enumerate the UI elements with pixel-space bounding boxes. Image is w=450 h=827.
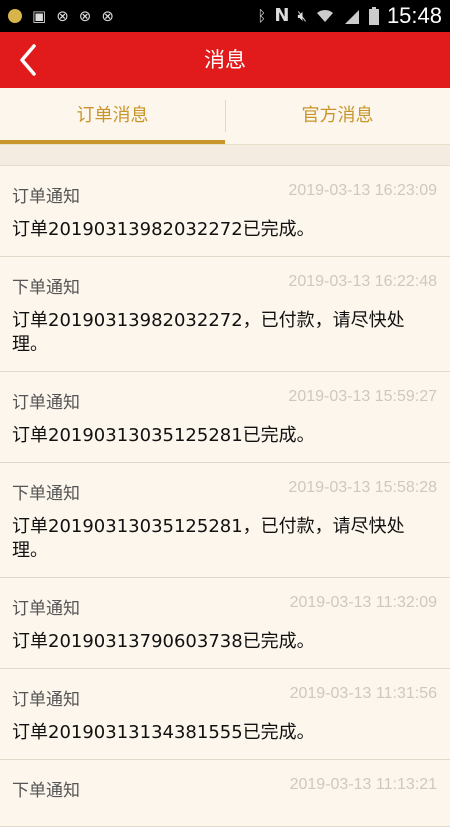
message-time: 2019-03-13 16:22:48 bbox=[288, 273, 437, 290]
message-item[interactable]: 下单通知 2019-03-13 16:22:48 订单2019031398203… bbox=[0, 257, 450, 372]
message-time: 2019-03-13 11:31:56 bbox=[289, 685, 437, 702]
sync-icon: ⊗ bbox=[78, 7, 92, 25]
message-time: 2019-03-13 15:58:28 bbox=[288, 479, 437, 496]
list-spacer bbox=[0, 145, 450, 166]
tab-order-messages[interactable]: 订单消息 bbox=[0, 88, 225, 144]
message-body: 订单20190313035125281已完成。 bbox=[12, 425, 315, 446]
message-item[interactable]: 订单通知 2019-03-13 15:59:27 订单2019031303512… bbox=[0, 372, 450, 463]
app-header: 消息 bbox=[0, 32, 450, 88]
battery-icon bbox=[368, 7, 379, 25]
message-title: 订单通知 bbox=[12, 599, 80, 619]
message-title: 订单通知 bbox=[12, 187, 80, 207]
message-time: 2019-03-13 11:13:21 bbox=[289, 776, 437, 793]
message-title: 下单通知 bbox=[12, 278, 80, 298]
nfc-icon: N bbox=[274, 5, 290, 26]
sync-icon: ⊗ bbox=[101, 7, 114, 25]
message-time: 2019-03-13 11:32:09 bbox=[289, 594, 437, 611]
message-body: 订单20190313982032272已完成。 bbox=[12, 219, 315, 240]
notification-dot-icon bbox=[8, 9, 22, 23]
message-item[interactable]: 下单通知 2019-03-13 15:58:28 订单2019031303512… bbox=[0, 463, 450, 578]
tab-bar: 订单消息 官方消息 bbox=[0, 88, 450, 145]
message-body: 订单20190313982032272，已付款，请尽快处理。 bbox=[12, 310, 405, 355]
tab-official-messages[interactable]: 官方消息 bbox=[225, 88, 450, 144]
message-title: 下单通知 bbox=[12, 484, 80, 504]
message-title: 订单通知 bbox=[12, 690, 80, 710]
message-body bbox=[0, 806, 450, 826]
status-time: 15:48 bbox=[386, 3, 442, 28]
gallery-icon: ▣ bbox=[32, 7, 47, 25]
page-title: 消息 bbox=[204, 48, 246, 72]
message-title: 下单通知 bbox=[12, 781, 80, 801]
message-item[interactable]: 订单通知 2019-03-13 11:31:56 订单2019031313438… bbox=[0, 669, 450, 760]
active-tab-indicator bbox=[0, 140, 225, 144]
message-item[interactable]: 订单通知 2019-03-13 16:23:09 订单2019031398203… bbox=[0, 166, 450, 257]
bluetooth-icon: ᛒ bbox=[257, 7, 267, 25]
status-bar-right: ᛒ N 🔇︎ 15:48 bbox=[257, 0, 442, 32]
message-body: 订单20190313134381555已完成。 bbox=[12, 722, 315, 743]
message-body: 订单20190313790603738已完成。 bbox=[12, 631, 315, 652]
sync-icon: ⊗ bbox=[56, 7, 69, 25]
signal-icon bbox=[344, 10, 359, 24]
wifi-icon bbox=[316, 9, 333, 22]
mute-icon: 🔇︎ bbox=[297, 7, 307, 25]
message-body: 订单20190313035125281，已付款，请尽快处理。 bbox=[12, 516, 405, 561]
status-bar-left: ▣ ⊗ ⊗ ⊗ bbox=[8, 0, 114, 32]
message-item[interactable]: 下单通知 2019-03-13 11:13:21 bbox=[0, 760, 450, 827]
message-title: 订单通知 bbox=[12, 393, 80, 413]
message-time: 2019-03-13 16:23:09 bbox=[288, 182, 437, 199]
status-bar: ▣ ⊗ ⊗ ⊗ ᛒ N 🔇︎ 15:48 bbox=[0, 0, 450, 32]
message-item[interactable]: 订单通知 2019-03-13 11:32:09 订单2019031379060… bbox=[0, 578, 450, 669]
message-list: 订单通知 2019-03-13 16:23:09 订单2019031398203… bbox=[0, 166, 450, 827]
message-time: 2019-03-13 15:59:27 bbox=[288, 388, 437, 405]
